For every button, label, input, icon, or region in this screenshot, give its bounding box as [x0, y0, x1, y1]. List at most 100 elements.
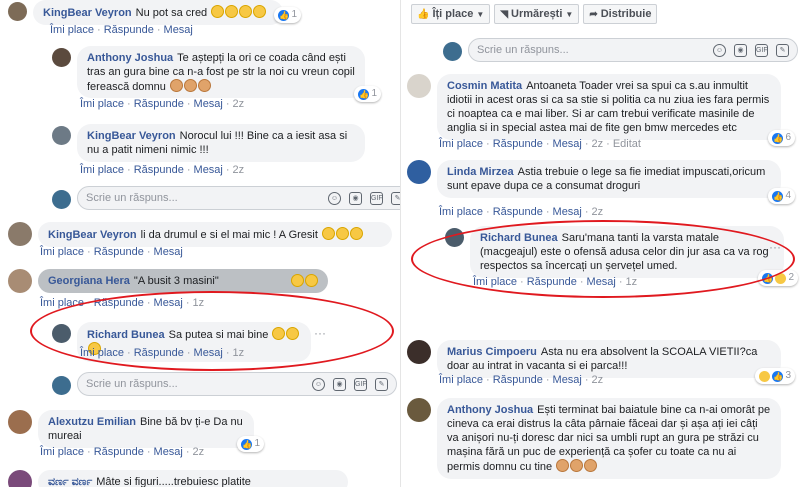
message-link[interactable]: Mesaj — [194, 164, 223, 176]
avatar[interactable] — [8, 222, 32, 246]
timestamp[interactable]: 2z — [233, 164, 245, 176]
message-link[interactable]: Mesaj — [154, 246, 183, 258]
share-button[interactable]: ➦ Distribuie — [583, 4, 658, 24]
face-emoji-icon — [183, 79, 197, 92]
reply-link[interactable]: Răspunde — [94, 246, 144, 258]
comment-actions: Îmi place · Răspunde · Mesaj — [40, 246, 183, 258]
laugh-emoji-icon — [225, 5, 239, 18]
avatar[interactable] — [52, 126, 71, 145]
reply-link[interactable]: Răspunde — [134, 164, 184, 176]
like-link[interactable]: Îmi place — [40, 446, 84, 458]
reaction-count[interactable]: 👍 1 — [274, 7, 301, 23]
emoji-icon[interactable]: ☺ — [713, 43, 726, 57]
face-emoji-icon — [556, 459, 570, 472]
avatar[interactable] — [8, 2, 27, 21]
avatar[interactable] — [407, 74, 431, 98]
gif-icon[interactable]: GIF — [354, 377, 367, 391]
comment-author[interactable]: Linda Mirzea — [447, 166, 514, 178]
like-reaction-icon: 👍 — [772, 370, 784, 382]
gif-icon[interactable]: GIF — [755, 43, 768, 57]
like-link[interactable]: Îmi place — [439, 138, 483, 150]
reply-input[interactable]: Scrie un răspuns... ☺ ◉ GIF ✎ — [468, 38, 798, 62]
reaction-count[interactable]: 👍 1 — [237, 436, 264, 452]
reply-input[interactable]: Scrie un răspuns... ☺ ◉ GIF ✎ — [77, 372, 397, 396]
message-link[interactable]: Mesaj — [553, 374, 582, 386]
avatar[interactable] — [8, 470, 32, 487]
avatar[interactable] — [407, 398, 431, 422]
like-reaction-icon: 👍 — [241, 438, 253, 450]
face-emoji-icon — [197, 79, 211, 92]
comment-bubble: Alexutzu Emilian Bine bă bv ți-e Da nu mu… — [38, 410, 264, 452]
like-button[interactable]: 👍 Îți place ▼ — [411, 4, 491, 24]
reply-link[interactable]: Răspunde — [493, 138, 543, 150]
reply-link[interactable]: Răspunde — [134, 98, 184, 110]
comment-author[interactable]: Georgiana Hera — [48, 275, 130, 287]
laugh-emoji-icon — [349, 227, 363, 240]
timestamp[interactable]: 2z — [592, 206, 604, 218]
reaction-count[interactable]: 👍 6 — [768, 130, 795, 146]
comment-text: Mâte si figuri.....trebuiesc platite — [96, 476, 251, 487]
avatar[interactable] — [52, 48, 71, 67]
comment: Marius Cimpoeru Asta nu era absolvent la … — [407, 340, 795, 384]
like-link[interactable]: Îmi place — [80, 98, 124, 110]
comment-text: "A busit 3 masini" — [133, 275, 219, 287]
camera-icon[interactable]: ◉ — [333, 377, 346, 391]
comment-author[interactable]: KingBear Veyron — [48, 229, 137, 241]
like-link[interactable]: Îmi place — [439, 374, 483, 386]
timestamp[interactable]: 2z — [592, 138, 604, 150]
like-reaction-icon: 👍 — [278, 9, 290, 21]
emoji-icon[interactable]: ☺ — [312, 377, 325, 391]
message-link[interactable]: Mesaj — [154, 446, 183, 458]
emoji-icon[interactable]: ☺ — [328, 191, 341, 205]
reaction-count[interactable]: 👍 1 — [354, 86, 381, 102]
reply-link[interactable]: Răspunde — [493, 206, 543, 218]
timestamp[interactable]: 2z — [592, 374, 604, 386]
comment-author[interactable]: Anthony Joshua — [87, 52, 173, 64]
avatar — [52, 375, 71, 395]
share-icon: ➦ — [589, 8, 598, 20]
avatar[interactable] — [8, 410, 32, 434]
comment-author[interactable]: Cosmin Matita — [447, 80, 522, 92]
reply-input[interactable]: Scrie un răspuns... ☺ ◉ GIF ✎ — [77, 186, 400, 210]
left-comment-panel: KingBear Veyron Nu pot sa cred 👍 1 Îmi pla… — [0, 0, 400, 487]
like-link[interactable]: Îmi place — [50, 24, 94, 36]
like-link[interactable]: Îmi place — [40, 246, 84, 258]
comment-author[interactable]: Anthony Joshua — [447, 404, 533, 416]
sticker-icon[interactable]: ✎ — [776, 43, 789, 57]
message-link[interactable]: Mesaj — [164, 24, 193, 36]
camera-icon[interactable]: ◉ — [734, 43, 747, 57]
reaction-count[interactable]: 👍 3 — [755, 368, 795, 384]
sticker-icon[interactable]: ✎ — [391, 191, 400, 205]
like-link[interactable]: Îmi place — [80, 164, 124, 176]
sticker-icon[interactable]: ✎ — [375, 377, 388, 391]
avatar[interactable] — [8, 269, 32, 293]
comment-author[interactable]: Alexutzu Emilian — [48, 416, 136, 428]
comment-author[interactable]: KingBear Veyron — [87, 130, 176, 142]
timestamp[interactable]: 2z — [233, 98, 245, 110]
message-link[interactable]: Mesaj — [194, 98, 223, 110]
edited-label[interactable]: Editat — [613, 138, 641, 150]
right-comment-panel: 👍 Îți place ▼ ◥ Urmărești ▼ ➦ Distribuie Scri… — [400, 0, 800, 487]
comment: Alexutzu Emilian Bine bă bv ți-e Da nu mu… — [8, 410, 264, 452]
reply-placeholder: Scrie un răspuns... — [477, 44, 569, 56]
timestamp[interactable]: 2z — [193, 446, 205, 458]
comment-author[interactable]: Marius Cimpoeru — [447, 346, 537, 358]
follow-button[interactable]: ◥ Urmărești ▼ — [494, 4, 580, 24]
comment-author[interactable]: ವರ್ಣ ವರ್ಣ — [48, 476, 92, 487]
comment-actions: Îmi place · Răspunde · Mesaj · 2z — [80, 164, 245, 176]
reply-link[interactable]: Răspunde — [493, 374, 543, 386]
camera-icon[interactable]: ◉ — [349, 191, 362, 205]
reply-link[interactable]: Răspunde — [104, 24, 154, 36]
face-emoji-icon — [584, 459, 598, 472]
like-link[interactable]: Îmi place — [439, 206, 483, 218]
avatar[interactable] — [407, 160, 431, 184]
message-link[interactable]: Mesaj — [553, 206, 582, 218]
comment-author[interactable]: KingBear Veyron — [43, 7, 132, 19]
reply-composer: Scrie un răspuns... ☺ ◉ GIF ✎ — [52, 372, 397, 396]
reply-composer: Scrie un răspuns... ☺ ◉ GIF ✎ — [52, 186, 400, 210]
message-link[interactable]: Mesaj — [553, 138, 582, 150]
gif-icon[interactable]: GIF — [370, 191, 383, 205]
reaction-count[interactable]: 👍 4 — [768, 188, 795, 204]
avatar[interactable] — [407, 340, 431, 364]
reply-link[interactable]: Răspunde — [94, 446, 144, 458]
